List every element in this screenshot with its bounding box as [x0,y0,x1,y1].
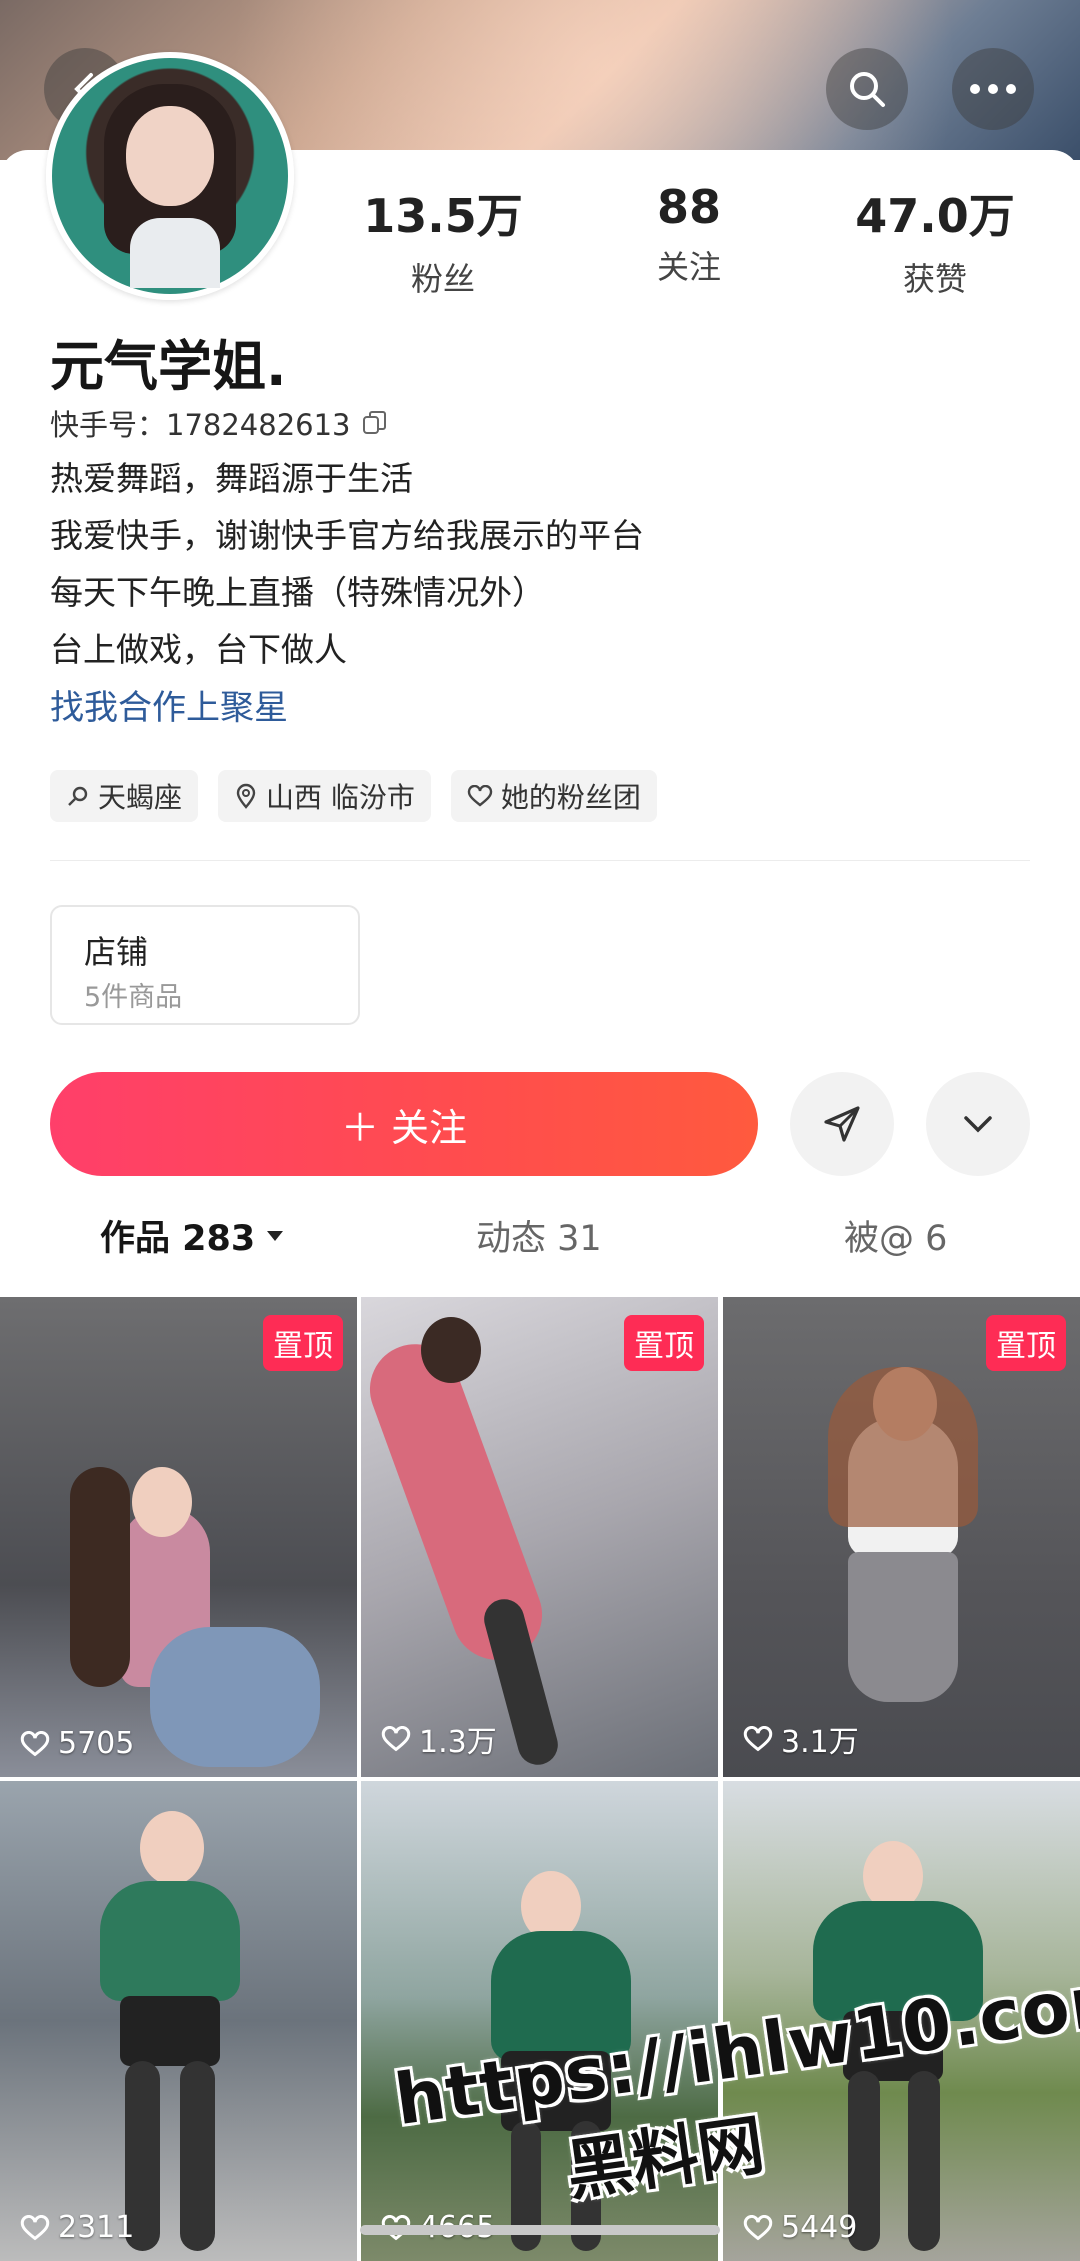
like-count-text: 3.1万 [781,1725,859,1760]
stat-following[interactable]: 88 关注 [566,180,812,300]
profile-bio: 热爱舞蹈，舞蹈源于生活 我爱快手，谢谢快手官方给我展示的平台 每天下午晚上直播（… [50,450,644,678]
send-icon [824,1106,860,1142]
share-button[interactable] [790,1072,894,1176]
like-count-text: 2311 [58,2210,135,2245]
heart-outline-icon [743,2214,773,2240]
like-count-text: 5705 [58,1726,135,1761]
expand-button[interactable] [926,1072,1030,1176]
caret-down-icon [267,1230,284,1241]
tag-location[interactable]: 山西 临汾市 [218,770,431,822]
like-count: 2311 [20,2210,134,2245]
tag-zodiac[interactable]: 天蝎座 [50,770,199,822]
pinned-badge: 置顶 [263,1315,343,1371]
stat-likes[interactable]: 47.0万 获赞 [812,180,1058,300]
pinned-badge: 置顶 [624,1315,704,1371]
avatar[interactable] [46,52,294,300]
tag-fan-club[interactable]: 她的粉丝团 [450,770,657,822]
bio-line: 我爱快手，谢谢快手官方给我展示的平台 [50,516,644,555]
home-indicator [360,2225,720,2235]
bio-line: 每天下午晚上直播（特殊情况外） [50,573,545,612]
video-tile[interactable]: 置顶 3.1万 [723,1297,1080,1777]
video-tile[interactable]: 2311 [0,1781,357,2261]
stat-followers[interactable]: 13.5万 粉丝 [320,180,566,300]
more-button[interactable] [952,48,1034,130]
heart-outline-icon [20,1730,50,1756]
profile-uid[interactable]: 快手号：1782482613 [50,402,389,444]
collab-link[interactable]: 找我合作上聚星 [50,680,288,729]
shop-title: 店铺 [84,933,149,971]
follow-label: ＋ 关注 [340,1105,468,1150]
tag-label: 她的粉丝团 [500,781,641,814]
stat-number: 88 [656,180,721,234]
more-dots-icon [970,84,1016,94]
tab-mentions[interactable]: 被@ 6 [844,1210,947,1261]
heart-icon [467,785,493,807]
like-count: 1.3万 [381,1717,497,1761]
tab-label: 作品 283 [100,1219,256,1259]
video-tile[interactable]: 置顶 1.3万 [361,1297,718,1777]
uid-text: 快手号：1782482613 [50,408,351,442]
content-tabs: 作品 283 动态 31 被@ 6 [0,1210,1080,1290]
search-icon [850,72,885,107]
search-button[interactable] [826,48,908,130]
like-count-text: 1.3万 [419,1725,497,1760]
chevron-down-icon [964,1116,992,1133]
tab-works[interactable]: 作品 283 [100,1210,285,1261]
stat-label: 关注 [656,248,721,286]
heart-outline-icon [743,1726,773,1752]
copy-icon[interactable] [361,409,389,437]
pinned-badge: 置顶 [986,1315,1066,1371]
divider [50,860,1030,861]
like-count: 5449 [743,2210,857,2245]
bio-line: 台上做戏，台下做人 [50,630,347,669]
bio-line: 热爱舞蹈，舞蹈源于生活 [50,459,413,498]
stat-number: 47.0万 [855,189,1015,243]
profile-stats: 13.5万 粉丝 88 关注 47.0万 获赞 [320,180,1060,300]
heart-outline-icon [381,1726,411,1752]
like-count: 3.1万 [743,1717,859,1761]
tab-moments[interactable]: 动态 31 [476,1210,602,1261]
zodiac-icon [68,786,88,806]
profile-name: 元气学姐. [50,335,287,398]
shop-card[interactable]: 店铺 5件商品 [50,905,360,1025]
like-count: 5705 [20,1726,134,1761]
like-count-text: 5449 [781,2210,858,2245]
heart-outline-icon [20,2214,50,2240]
video-tile[interactable]: 置顶 5705 [0,1297,357,1777]
shop-subtitle: 5件商品 [84,982,183,1013]
follow-button[interactable]: ＋ 关注 [50,1072,758,1176]
stat-label: 粉丝 [410,260,475,298]
tag-label: 天蝎座 [98,781,183,814]
stat-label: 获赞 [902,260,967,298]
tag-label: 山西 临汾市 [266,781,415,814]
profile-tags: 天蝎座 山西 临汾市 她的粉丝团 [50,770,657,822]
location-pin-icon [236,783,256,809]
stat-number: 13.5万 [363,189,523,243]
